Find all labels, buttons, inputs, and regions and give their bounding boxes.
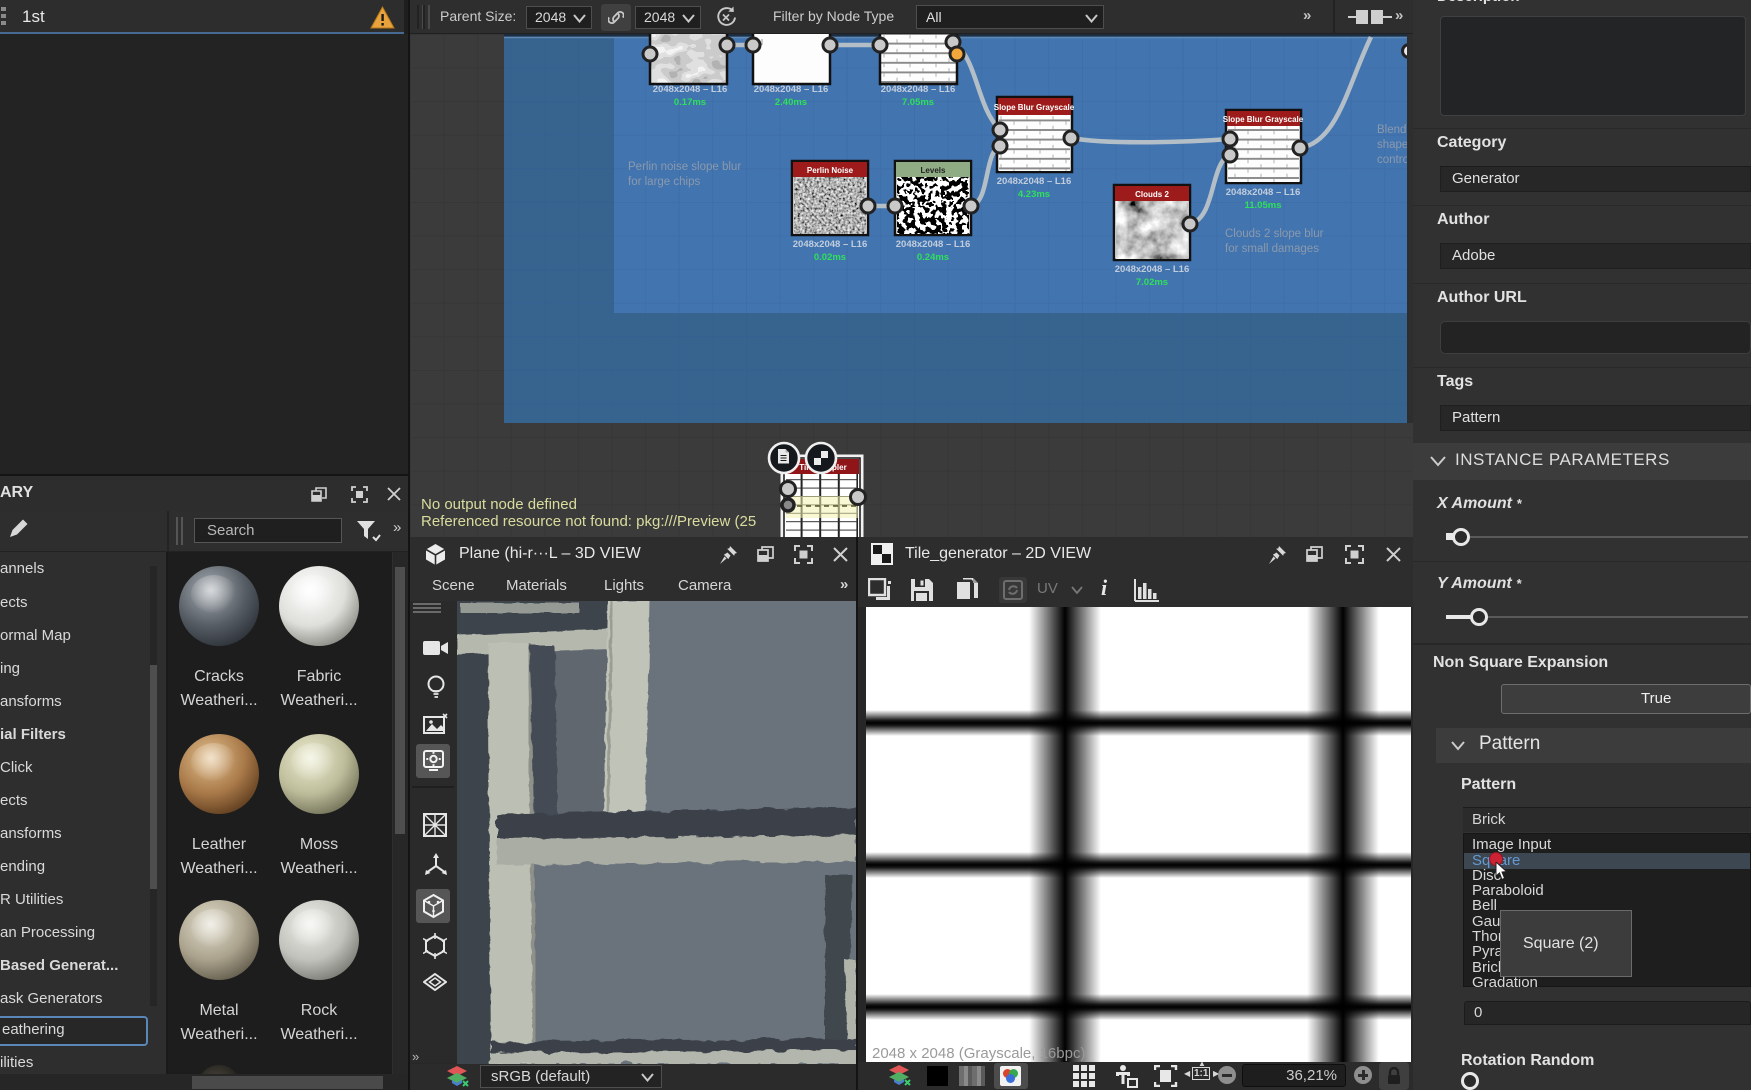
svg-text:2048x2048 – L16: 2048x2048 – L16	[793, 239, 867, 250]
svg-text:2.40ms: 2.40ms	[775, 97, 807, 108]
svg-text:2048x2048 – L16: 2048x2048 – L16	[896, 239, 970, 250]
svg-text:2048x2048 – L16: 2048x2048 – L16	[881, 84, 955, 95]
svg-text:Clouds 2 slope blur: Clouds 2 slope blur	[1225, 228, 1324, 240]
svg-text:11.05ms: 11.05ms	[1245, 200, 1282, 211]
svg-text:Slope Blur Grayscale: Slope Blur Grayscale	[1223, 115, 1304, 124]
svg-text:Perlin noise slope blur: Perlin noise slope blur	[628, 161, 741, 173]
svg-text:2048x2048 – L16: 2048x2048 – L16	[754, 84, 828, 95]
svg-text:2048x2048 – L16: 2048x2048 – L16	[1226, 187, 1300, 198]
svg-text:for large chips: for large chips	[628, 176, 700, 188]
svg-text:2048x2048 – L16: 2048x2048 – L16	[997, 176, 1071, 187]
svg-text:No output node defined: No output node defined	[421, 496, 577, 513]
svg-text:2048x2048 – L16: 2048x2048 – L16	[653, 84, 727, 95]
svg-text:for small damages: for small damages	[1225, 243, 1319, 255]
svg-text:4.23ms: 4.23ms	[1018, 189, 1050, 200]
svg-text:7.02ms: 7.02ms	[1136, 277, 1168, 288]
svg-text:0.24ms: 0.24ms	[917, 252, 949, 263]
svg-text:Slope Blur Grayscale: Slope Blur Grayscale	[994, 103, 1075, 112]
svg-text:Referenced resource not found:: Referenced resource not found: pkg:///Pr…	[421, 513, 756, 530]
svg-text:2048x2048 – L16: 2048x2048 – L16	[1115, 264, 1189, 275]
svg-text:Levels: Levels	[921, 166, 946, 175]
svg-text:0.17ms: 0.17ms	[674, 97, 706, 108]
svg-text:Perlin Noise: Perlin Noise	[807, 166, 854, 175]
svg-text:Clouds 2: Clouds 2	[1135, 190, 1169, 199]
svg-text:0.02ms: 0.02ms	[814, 252, 846, 263]
svg-text:7.05ms: 7.05ms	[902, 97, 934, 108]
